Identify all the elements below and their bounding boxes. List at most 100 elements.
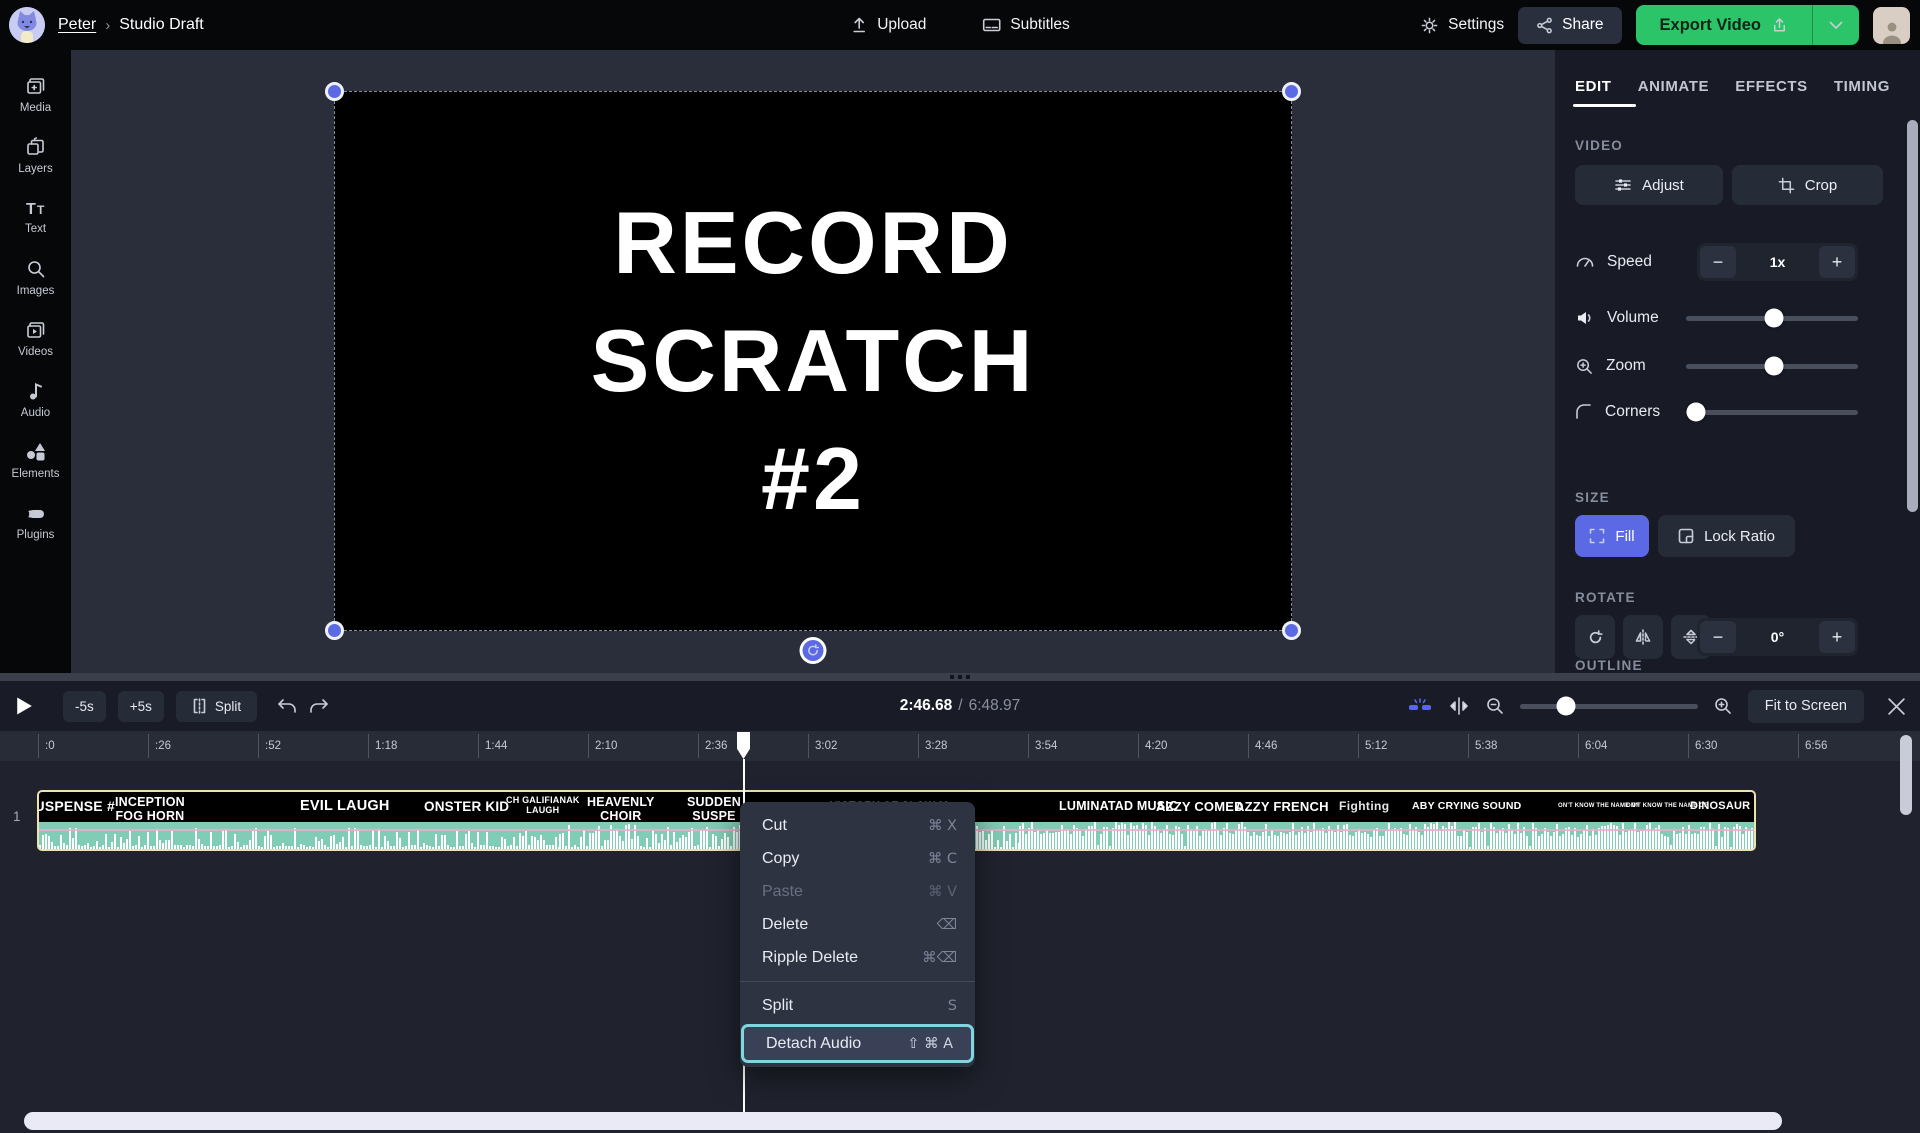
volume-slider[interactable] <box>1686 308 1858 328</box>
video-layer[interactable]: RECORD SCRATCH #2 <box>334 91 1292 631</box>
panel-scrollbar[interactable] <box>1907 120 1918 512</box>
play-button[interactable] <box>16 696 33 716</box>
speed-increase-button[interactable]: + <box>1819 246 1855 278</box>
zoom-slider-thumb[interactable] <box>1764 357 1783 376</box>
gear-icon <box>1420 16 1439 35</box>
tab-edit[interactable]: EDIT <box>1573 70 1614 103</box>
close-timeline-icon[interactable] <box>1887 697 1906 716</box>
tab-animate[interactable]: ANIMATE <box>1636 70 1711 103</box>
timeline-horizontal-scrollbar[interactable] <box>24 1112 1782 1130</box>
settings-button[interactable]: Settings <box>1420 16 1504 35</box>
menu-divider <box>740 981 975 982</box>
fit-to-screen-button[interactable]: Fit to Screen <box>1748 690 1864 723</box>
share-button[interactable]: Share <box>1518 7 1621 44</box>
avatar[interactable] <box>1873 7 1910 44</box>
volume-slider-thumb[interactable] <box>1764 309 1783 328</box>
resize-handle-top-right[interactable] <box>1282 82 1301 101</box>
topbar-center: Upload Subtitles <box>850 0 1070 50</box>
sidebar-item-text[interactable]: T T Text <box>0 186 71 247</box>
zoom-in-icon[interactable] <box>1713 696 1733 716</box>
lock-ratio-button[interactable]: Lock Ratio <box>1658 515 1795 557</box>
fill-button[interactable]: Fill <box>1575 515 1649 557</box>
tab-effects[interactable]: EFFECTS <box>1733 70 1810 103</box>
flip-horizontal-button[interactable] <box>1623 615 1663 659</box>
ruler-tick: :52 <box>258 734 281 758</box>
video-section-heading: VIDEO <box>1575 138 1623 153</box>
upload-label: Upload <box>877 16 926 34</box>
speed-decrease-button[interactable]: − <box>1700 246 1736 278</box>
menu-item-shortcut: ⌘ V <box>928 884 957 900</box>
upload-button[interactable]: Upload <box>850 16 926 34</box>
corners-slider-thumb[interactable] <box>1687 403 1706 422</box>
rotate-increase-button[interactable]: + <box>1819 621 1855 653</box>
resize-handle-bottom-right[interactable] <box>1282 621 1301 640</box>
zoom-label: Zoom <box>1606 357 1646 375</box>
forward-5s-button[interactable]: +5s <box>118 691 164 722</box>
corners-slider-track <box>1686 410 1858 415</box>
timeline-vertical-scrollbar[interactable] <box>1900 735 1912 815</box>
sidebar-item-plugins[interactable]: Plugins <box>0 491 71 552</box>
ruler-tick: 4:20 <box>1138 734 1167 758</box>
menu-item-shortcut: ⌘ C <box>928 851 957 867</box>
menu-item-detach-audio[interactable]: Detach Audio ⇧ ⌘ A <box>744 1027 971 1060</box>
timeline-zoom-thumb[interactable] <box>1557 697 1576 716</box>
split-label: Split <box>215 699 241 714</box>
snap-toggle-icon[interactable] <box>1407 695 1433 717</box>
subtitles-button[interactable]: Subtitles <box>982 16 1069 34</box>
rotate-90-button[interactable] <box>1575 615 1615 659</box>
timeline-resize-handle[interactable] <box>0 673 1920 681</box>
menu-item-copy[interactable]: Copy ⌘ C <box>740 842 975 875</box>
svg-text:T: T <box>37 203 45 217</box>
menu-item-paste: Paste ⌘ V <box>740 875 975 908</box>
undo-button[interactable] <box>277 698 297 715</box>
subtitles-icon <box>982 16 1001 34</box>
adjust-button[interactable]: Adjust <box>1575 165 1723 205</box>
top-bar: Peter › Studio Draft Upload Subtitles Se… <box>0 0 1920 50</box>
timeline-zoom-track <box>1520 704 1698 709</box>
timeline-zoom-slider[interactable] <box>1520 696 1698 716</box>
zoom-slider[interactable] <box>1686 356 1858 376</box>
fill-icon <box>1589 528 1605 544</box>
clip-label: AZZY COMED <box>1156 792 1244 821</box>
sidebar-item-label: Media <box>20 102 51 114</box>
clip-label: Fighting <box>1339 792 1390 821</box>
svg-text:T: T <box>26 201 36 218</box>
export-video-button[interactable]: Export Video <box>1636 5 1812 45</box>
timeline-toolbar: -5s +5s Split 2:46.68 / 6:48.97 <box>0 681 1920 731</box>
menu-item-cut[interactable]: Cut ⌘ X <box>740 809 975 842</box>
back-5s-button[interactable]: -5s <box>63 691 106 722</box>
drag-dot <box>966 675 970 679</box>
split-icon <box>192 698 207 714</box>
sidebar-item-layers[interactable]: Layers <box>0 125 71 186</box>
sidebar-item-audio[interactable]: Audio <box>0 369 71 430</box>
menu-item-ripple-delete[interactable]: Ripple Delete ⌘⌫ <box>740 941 975 974</box>
expand-clip-icon[interactable] <box>1448 696 1470 716</box>
timeline-ruler[interactable]: :0 :26 :52 1:18 1:44 2:10 2:36 3:02 3:28… <box>0 731 1920 761</box>
corners-slider[interactable] <box>1686 402 1858 422</box>
menu-item-delete[interactable]: Delete ⌫ <box>740 908 975 941</box>
outline-section-heading: OUTLINE <box>1575 658 1643 673</box>
rotate-handle[interactable] <box>800 637 827 664</box>
breadcrumb-user[interactable]: Peter <box>58 16 96 34</box>
crop-button[interactable]: Crop <box>1732 165 1883 205</box>
sidebar-item-elements[interactable]: Elements <box>0 430 71 491</box>
zoom-out-icon[interactable] <box>1485 696 1505 716</box>
resize-handle-bottom-left[interactable] <box>325 621 344 640</box>
app-logo[interactable] <box>9 7 45 43</box>
sidebar-item-videos[interactable]: Videos <box>0 308 71 369</box>
crop-label: Crop <box>1805 177 1838 194</box>
menu-item-split[interactable]: Split S <box>740 989 975 1022</box>
rotate-decrease-button[interactable]: − <box>1700 621 1736 653</box>
sidebar-item-label: Images <box>17 285 55 297</box>
sidebar-item-media[interactable]: Media <box>0 64 71 125</box>
fill-label: Fill <box>1615 528 1634 545</box>
redo-button[interactable] <box>309 698 329 715</box>
split-button[interactable]: Split <box>176 691 257 722</box>
tab-timing[interactable]: TIMING <box>1832 70 1892 103</box>
resize-handle-top-left[interactable] <box>325 82 344 101</box>
ruler-tick: 6:04 <box>1578 734 1607 758</box>
sidebar-item-images[interactable]: Images <box>0 247 71 308</box>
export-dropdown-button[interactable] <box>1813 5 1859 45</box>
breadcrumb-project[interactable]: Studio Draft <box>119 16 203 34</box>
menu-item-shortcut: ⌫ <box>936 917 957 933</box>
